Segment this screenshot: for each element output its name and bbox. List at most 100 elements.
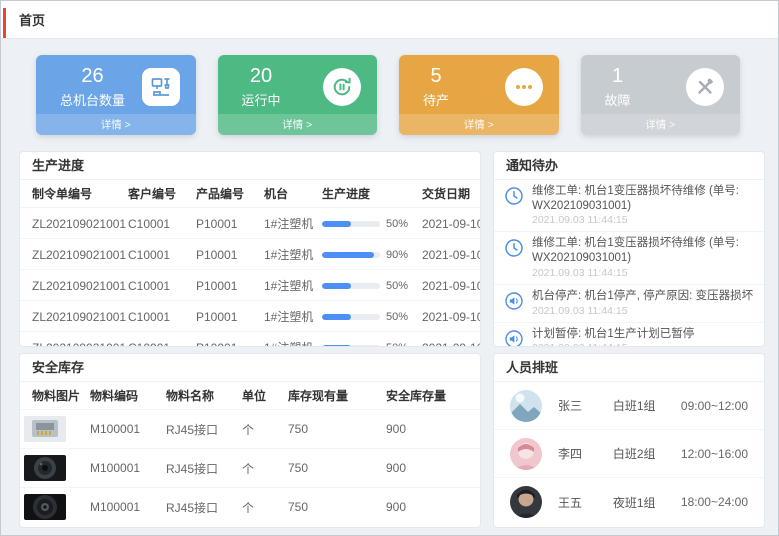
progress-bar: [322, 221, 351, 227]
clock-icon: [504, 238, 524, 258]
material-name-cell: RJ45接口: [162, 488, 238, 527]
progress-bar: [322, 252, 374, 258]
stat-value: 20: [242, 65, 281, 88]
column-header: 交货日期: [418, 180, 480, 208]
shift-label: 白班2组: [613, 445, 681, 462]
progress-cell: 50%: [318, 332, 418, 348]
stat-cards-row: 26 总机台数量 详情 > 20 运行中: [36, 55, 740, 135]
material-image-cell: [20, 410, 86, 449]
notification-text: 机台停产: 机台1停产, 停产原因: 变压器损坏: [532, 289, 753, 304]
delivery-date-cell: 2021-09-10: [418, 270, 480, 301]
progress-bar: [322, 283, 351, 289]
schedule-row: 张三 白班1组 09:00~12:00: [494, 382, 764, 430]
customer-no-cell: C10001: [124, 301, 192, 332]
card-detail-link[interactable]: 详情 >: [399, 114, 559, 135]
shift-label: 夜班1组: [613, 494, 681, 511]
column-header: 物料名称: [162, 382, 238, 410]
ellipsis-icon: [505, 68, 543, 106]
notification-text: 计划暂停: 机台1生产计划已暂停: [532, 327, 694, 342]
order-no-cell: ZL202109021001: [20, 208, 124, 239]
page-title: 首页: [19, 10, 45, 29]
product-no-cell: P10001: [192, 239, 260, 270]
progress-label: 50%: [386, 311, 408, 323]
notification-item[interactable]: 维修工单: 机台1变压器损坏待维修 (单号: WX202109031001) 2…: [494, 180, 764, 232]
round-connector-photo: [24, 455, 66, 481]
column-header: 安全库存量: [382, 382, 480, 410]
column-header: 产品编号: [192, 180, 260, 208]
schedule-row: 王五 夜班1组 18:00~24:00: [494, 478, 764, 526]
progress-label: 50%: [386, 280, 408, 292]
customer-no-cell: C10001: [124, 270, 192, 301]
delivery-date-cell: 2021-09-10: [418, 332, 480, 348]
column-header: 库存现有量: [284, 382, 382, 410]
machine-cell: 1#注塑机: [260, 208, 318, 239]
table-row: M100001 RJ45接口 个 750 900: [20, 410, 480, 449]
stat-card-running[interactable]: 20 运行中 详情 >: [218, 55, 378, 135]
product-no-cell: P10001: [192, 270, 260, 301]
on-hand-cell: 750: [284, 488, 382, 527]
notification-item[interactable]: 计划暂停: 机台1生产计划已暂停 2021.09.03 11:44:15: [494, 323, 764, 347]
panel-title: 安全库存: [20, 354, 480, 382]
order-no-cell: ZL202109021001: [20, 270, 124, 301]
stat-card-total-machines[interactable]: 26 总机台数量 详情 >: [36, 55, 196, 135]
stat-label: 运行中: [242, 90, 281, 109]
material-name-cell: RJ45接口: [162, 449, 238, 488]
stat-label: 待产: [423, 90, 449, 109]
speaker-icon: [504, 329, 524, 347]
column-header: 物料编码: [86, 382, 162, 410]
table-row: ZL202109021001 C10001 P10001 1#注塑机 50% 2…: [20, 332, 480, 348]
stat-card-fault[interactable]: 1 故障 详情 >: [581, 55, 741, 135]
customer-no-cell: C10001: [124, 208, 192, 239]
card-detail-link[interactable]: 详情 >: [36, 114, 196, 135]
progress-label: 90%: [386, 249, 408, 261]
card-detail-link[interactable]: 详情 >: [218, 114, 378, 135]
material-code-cell: M100001: [86, 410, 162, 449]
notification-time: 2021.09.03 11:44:15: [532, 342, 694, 347]
notification-time: 2021.09.03 11:44:15: [532, 214, 754, 226]
table-row: ZL202109021001 C10001 P10001 1#注塑机 50% 2…: [20, 301, 480, 332]
unit-cell: 个: [238, 488, 284, 527]
on-hand-cell: 750: [284, 449, 382, 488]
panel-title: 人员排班: [494, 354, 764, 382]
order-no-cell: ZL202109021001: [20, 332, 124, 348]
panel-title: 生产进度: [20, 152, 480, 180]
card-detail-link[interactable]: 详情 >: [581, 114, 741, 135]
unit-cell: 个: [238, 449, 284, 488]
person-name: 李四: [558, 445, 613, 462]
table-header-row: 制令单编号 客户编号 产品编号 机台 生产进度 交货日期: [20, 180, 480, 208]
delivery-date-cell: 2021-09-10: [418, 208, 480, 239]
unit-cell: 个: [238, 410, 284, 449]
avatar-photo: [510, 438, 542, 470]
stat-value: 5: [423, 65, 449, 88]
column-header: 机台: [260, 180, 318, 208]
progress-cell: 90%: [318, 239, 418, 270]
progress-cell: 50%: [318, 270, 418, 301]
material-code-cell: M100001: [86, 488, 162, 527]
table-row: ZL202109021001 C10001 P10001 1#注塑机 50% 2…: [20, 270, 480, 301]
notification-item[interactable]: 维修工单: 机台1变压器损坏待维修 (单号: WX202109031001) 2…: [494, 232, 764, 284]
panel-safety-inventory: 安全库存 物料图片 物料编码 物料名称 单位 库存现有量 安全库存量: [19, 353, 481, 528]
table-row: ZL202109021001 C10001 P10001 1#注塑机 90% 2…: [20, 239, 480, 270]
product-no-cell: P10001: [192, 208, 260, 239]
safety-stock-cell: 900: [382, 410, 480, 449]
product-no-cell: P10001: [192, 332, 260, 348]
progress-cell: 50%: [318, 208, 418, 239]
table-row: ZL202109021001 C10001 P10001 1#注塑机 50% 2…: [20, 208, 480, 239]
stat-card-pending[interactable]: 5 待产 详情 >: [399, 55, 559, 135]
notification-item[interactable]: 机台停产: 机台1停产, 停产原因: 变压器损坏 2021.09.03 11:4…: [494, 285, 764, 323]
stat-value: 26: [60, 65, 125, 88]
product-no-cell: P10001: [192, 301, 260, 332]
stat-label: 总机台数量: [60, 90, 125, 109]
material-name-cell: RJ45接口: [162, 410, 238, 449]
shift-time: 09:00~12:00: [681, 399, 748, 413]
avatar-photo: [510, 486, 542, 518]
person-name: 张三: [558, 397, 613, 414]
panel-production-progress: 生产进度 制令单编号 客户编号 产品编号 机台 生产进度 交货日期 ZL2021…: [19, 151, 481, 347]
progress-bar: [322, 314, 351, 320]
material-image-cell: [20, 449, 86, 488]
notification-time: 2021.09.03 11:44:15: [532, 267, 754, 279]
notification-time: 2021.09.03 11:44:15: [532, 305, 753, 317]
production-table: 制令单编号 客户编号 产品编号 机台 生产进度 交货日期 ZL202109021…: [20, 180, 480, 347]
left-accent-strip: [3, 8, 6, 38]
panel-title: 通知待办: [494, 152, 764, 180]
